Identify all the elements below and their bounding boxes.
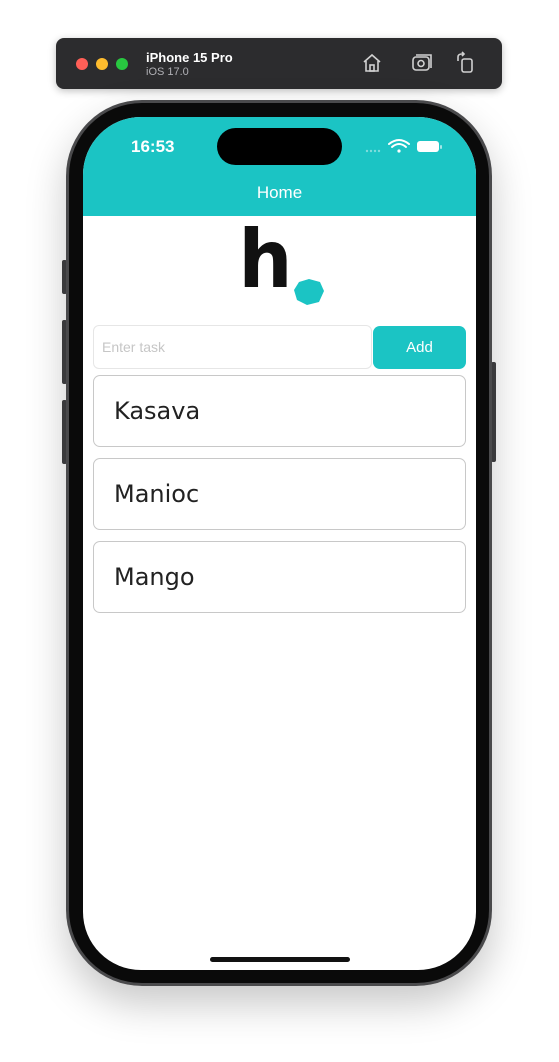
signal-dots-icon	[365, 149, 381, 153]
logo-letter: h	[238, 213, 292, 306]
home-icon[interactable]	[360, 51, 384, 75]
task-item[interactable]: Mango	[93, 541, 466, 613]
zoom-window-button[interactable]	[116, 58, 128, 70]
page-title: Home	[256, 183, 303, 202]
task-list: Kasava Manioc Mango	[93, 375, 466, 624]
os-version: iOS 17.0	[146, 66, 189, 78]
app-screen: 16:53 Home h Enter task Add Kasava Manio…	[83, 117, 476, 970]
battery-icon	[417, 141, 442, 152]
screenshot-icon[interactable]	[410, 51, 434, 75]
task-input[interactable]	[93, 325, 372, 369]
home-indicator[interactable]	[210, 957, 350, 962]
app-logo: h	[233, 220, 333, 314]
dynamic-island	[217, 128, 342, 165]
close-window-button[interactable]	[76, 58, 88, 70]
status-time: 16:53	[131, 137, 175, 156]
simulator-toolbar: iPhone 15 Pro iOS 17.0	[56, 38, 502, 89]
device-name: iPhone 15 Pro	[146, 50, 233, 65]
minimize-window-button[interactable]	[96, 58, 108, 70]
task-item[interactable]: Manioc	[93, 458, 466, 530]
nav-header: 16:53 Home	[83, 117, 476, 216]
wifi-icon	[388, 139, 410, 153]
task-item[interactable]: Kasava	[93, 375, 466, 447]
logo-dot	[294, 279, 324, 305]
status-icons	[365, 137, 445, 157]
rotate-icon[interactable]	[454, 51, 478, 75]
add-task-button[interactable]: Add	[373, 326, 466, 369]
